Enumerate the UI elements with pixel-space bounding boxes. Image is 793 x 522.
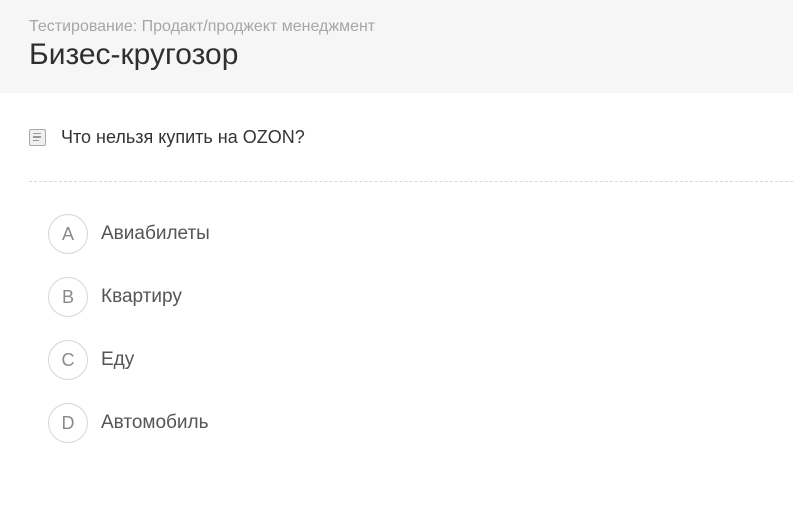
option-letter[interactable]: A — [48, 214, 88, 254]
question: Что нельзя купить на OZON? — [29, 124, 305, 150]
option-text[interactable]: Автомобиль — [101, 412, 209, 434]
breadcrumb: Тестирование: Продакт/проджект менеджмен… — [29, 18, 376, 35]
question-text: Что нельзя купить на OZON? — [61, 126, 305, 147]
option-d[interactable]: D Автомобиль — [48, 403, 209, 443]
option-letter[interactable]: C — [48, 340, 88, 380]
option-text[interactable]: Квартиру — [101, 286, 182, 308]
option-c[interactable]: C Еду — [48, 340, 134, 380]
divider — [29, 181, 793, 182]
option-b[interactable]: B Квартиру — [48, 277, 182, 317]
option-text[interactable]: Еду — [101, 349, 134, 371]
document-icon — [29, 128, 46, 146]
option-letter[interactable]: D — [48, 403, 88, 443]
page-title: Бизес-кругозор — [29, 38, 239, 71]
option-text[interactable]: Авиабилеты — [101, 223, 210, 245]
option-letter[interactable]: B — [48, 277, 88, 317]
option-a[interactable]: A Авиабилеты — [48, 214, 210, 254]
header: Тестирование: Продакт/проджект менеджмен… — [0, 0, 793, 93]
